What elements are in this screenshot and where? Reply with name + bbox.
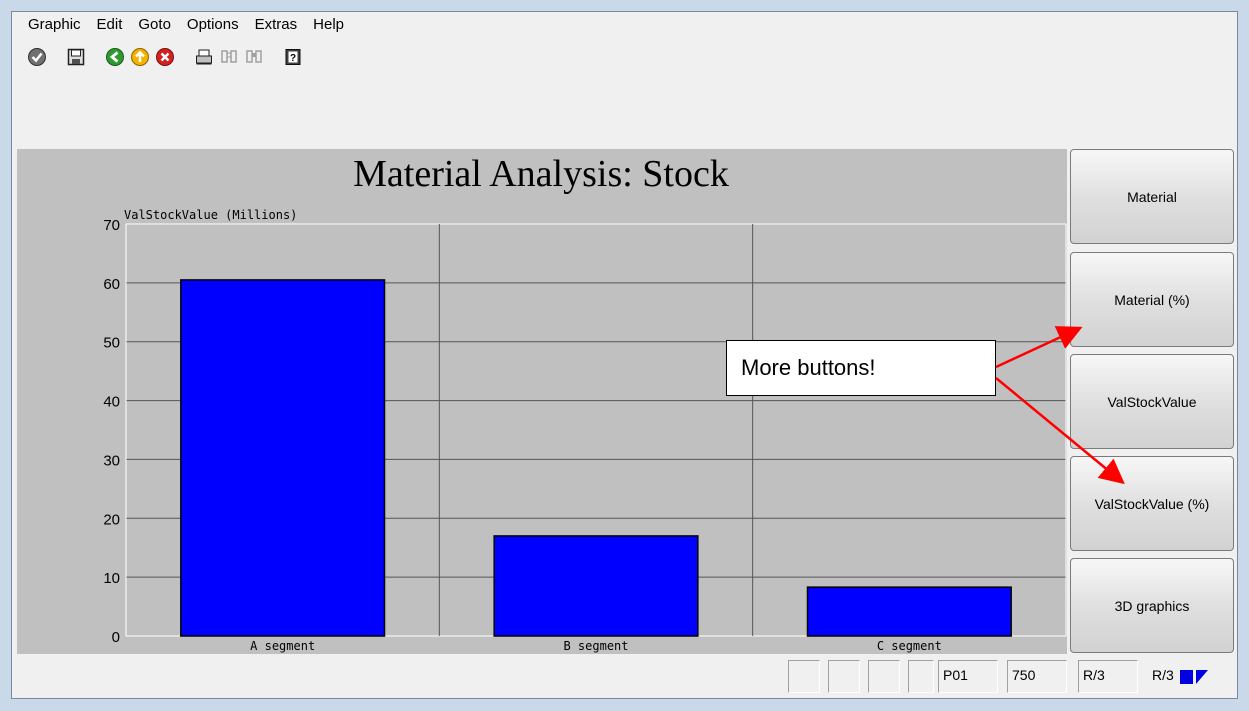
status-cell (868, 660, 900, 693)
annotation-arrows (995, 326, 1125, 485)
status-bar: P01 750 R/3 R/3 (12, 657, 1237, 698)
status-release: R/3 (1078, 660, 1138, 693)
status-cell (828, 660, 860, 693)
arrow-to-material-percent (995, 326, 1083, 369)
status-indicator-icon[interactable] (1180, 670, 1210, 684)
status-indicator-label: R/3 (1152, 667, 1174, 683)
sap-graphic-window: Graphic Edit Goto Options Extras Help ? … (11, 11, 1238, 699)
status-client: 750 (1007, 660, 1067, 693)
status-system: P01 (938, 660, 998, 693)
status-cell (788, 660, 820, 693)
status-cell (908, 660, 934, 693)
arrow-to-valstockvalue-percent (995, 377, 1125, 485)
